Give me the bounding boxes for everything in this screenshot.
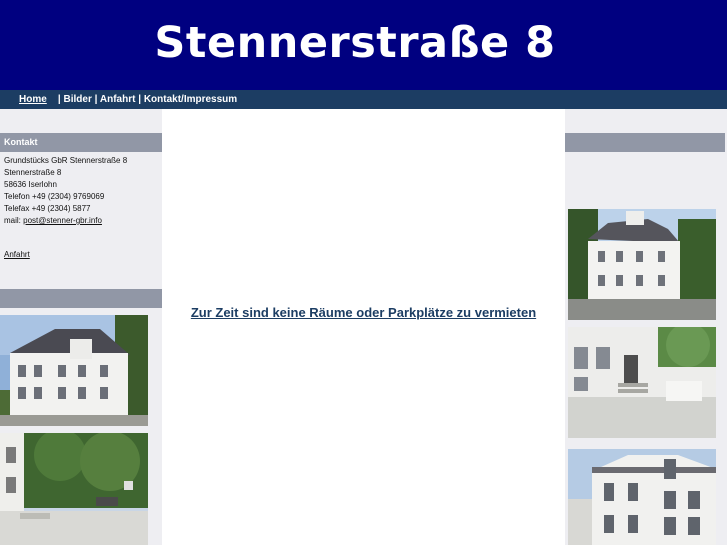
main-nav: Home | Bilder | Anfahrt | Kontakt/Impres… <box>0 90 727 109</box>
courtyard-photo[interactable] <box>0 433 148 545</box>
vacancy-notice-link[interactable]: Zur Zeit sind keine Räume oder Parkplätz… <box>162 305 565 320</box>
nav-bilder-link[interactable]: Bilder <box>64 94 92 105</box>
contact-block: Grundstücks GbR Stennerstraße 8 Stenners… <box>4 155 127 227</box>
contact-line: Stennerstraße 8 <box>4 168 62 177</box>
left-sidebar: Kontakt Grundstücks GbR Stennerstraße 8 … <box>0 109 162 545</box>
villa-photo[interactable] <box>0 315 148 426</box>
site-header: Stennerstraße 8 <box>0 0 727 90</box>
site-title: Stennerstraße 8 <box>154 18 556 68</box>
nav-kontakt-link[interactable]: Kontakt/Impressum <box>144 94 237 105</box>
nav-home-link[interactable]: Home <box>19 94 47 105</box>
mail-label: mail: <box>4 216 21 225</box>
contact-line: Telefax +49 (2304) 5877 <box>4 204 91 213</box>
contact-mail-row: mail: post@stenner-gbr.info <box>4 215 127 227</box>
nav-items: Home | Bilder | Anfahrt | Kontakt/Impres… <box>19 90 237 109</box>
villa-side-photo[interactable] <box>568 209 716 320</box>
contact-line: Telefon +49 (2304) 9769069 <box>4 192 105 201</box>
mail-link[interactable]: post@stenner-gbr.info <box>23 216 102 225</box>
contact-line: Grundstücks GbR Stennerstraße 8 <box>4 156 128 165</box>
nav-separator: | <box>94 94 98 105</box>
facade-photo[interactable] <box>568 449 716 545</box>
anfahrt-link[interactable]: Anfahrt <box>4 250 30 259</box>
contact-heading: Kontakt <box>0 133 162 152</box>
right-sidebar <box>565 109 727 545</box>
entrance-photo[interactable] <box>568 327 716 438</box>
nav-anfahrt-link[interactable]: Anfahrt <box>100 94 136 105</box>
right-box-heading <box>565 133 725 152</box>
nav-separator: | <box>138 94 142 105</box>
contact-line: 58636 Iserlohn <box>4 180 57 189</box>
main-content: Zur Zeit sind keine Räume oder Parkplätz… <box>162 109 565 545</box>
nav-separator: | <box>57 94 61 105</box>
gallery-heading <box>0 289 162 308</box>
